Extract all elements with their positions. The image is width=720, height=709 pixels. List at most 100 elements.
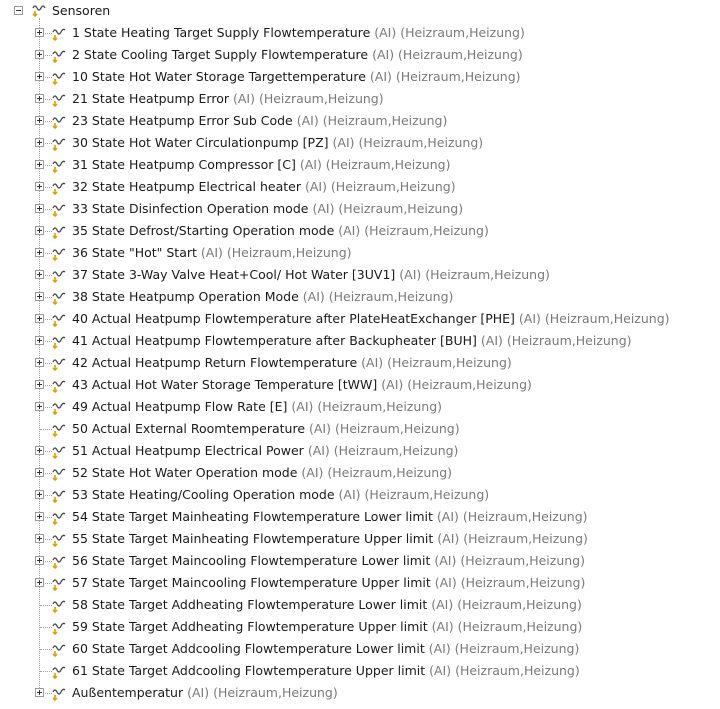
sensor-name: 42 Actual Heatpump Return Flowtemperatur… — [72, 355, 358, 370]
sensor-meta: (AI) (Heizraum,Heizung) — [436, 509, 588, 524]
tree-item-label: 1 State Heating Target Supply Flowtemper… — [72, 22, 525, 44]
expand-toggle[interactable] — [35, 94, 44, 103]
expand-toggle[interactable] — [35, 688, 44, 697]
tree-item-label: 50 Actual External Roomtemperature (AI) … — [72, 418, 460, 440]
expand-toggle[interactable] — [35, 358, 44, 367]
sensor-name: 57 State Target Maincooling Flowtemperat… — [72, 575, 431, 590]
analog-sensor-icon — [49, 420, 69, 438]
sensor-name: 1 State Heating Target Supply Flowtemper… — [72, 25, 371, 40]
analog-sensor-icon — [49, 640, 69, 658]
analog-sensor-icon — [49, 46, 69, 64]
sensor-name: 35 State Defrost/Starting Operation mode — [72, 223, 335, 238]
sensor-name: 50 Actual External Roomtemperature — [72, 421, 306, 436]
analog-sensor-icon — [49, 266, 69, 284]
sensor-folder-icon — [30, 1, 50, 19]
analog-sensor-icon — [49, 332, 69, 350]
expand-toggle[interactable] — [35, 556, 44, 565]
analog-sensor-icon — [49, 596, 69, 614]
expand-toggle[interactable] — [35, 292, 44, 301]
expand-toggle[interactable] — [35, 314, 44, 323]
tree-item-label: 38 State Heatpump Operation Mode (AI) (H… — [72, 286, 453, 308]
tree-item-label: 60 State Target Addcooling Flowtemperatu… — [72, 638, 579, 660]
sensor-meta: (AI) (Heizraum,Heizung) — [431, 597, 582, 612]
sensor-meta: (AI) (Heizraum,Heizung) — [429, 663, 580, 678]
sensor-tree: Sensoren 1 State Heating Target Supply F… — [0, 0, 720, 704]
sensor-meta: (AI) (Heizraum,Heizung) — [374, 25, 525, 40]
expand-toggle[interactable] — [35, 138, 44, 147]
expand-toggle[interactable] — [35, 402, 44, 411]
expand-toggle[interactable] — [35, 160, 44, 169]
analog-sensor-icon — [49, 222, 69, 240]
expand-toggle[interactable] — [35, 204, 44, 213]
expand-toggle[interactable] — [35, 534, 44, 543]
analog-sensor-icon — [49, 24, 69, 42]
expand-toggle[interactable] — [35, 116, 44, 125]
analog-sensor-icon — [49, 354, 69, 372]
expand-toggle[interactable] — [35, 28, 44, 37]
tree-item-label: 53 State Heating/Cooling Operation mode … — [72, 484, 489, 506]
sensor-meta: (AI) (Heizraum,Heizung) — [309, 421, 460, 436]
sensor-name: 37 State 3-Way Valve Heat+Cool/ Hot Wate… — [72, 267, 396, 282]
expand-toggle[interactable] — [35, 512, 44, 521]
analog-sensor-icon — [49, 178, 69, 196]
analog-sensor-icon — [49, 134, 69, 152]
sensor-name: 33 State Disinfection Operation mode — [72, 201, 309, 216]
tree-item-label: 33 State Disinfection Operation mode (AI… — [72, 198, 463, 220]
expand-toggle[interactable] — [35, 270, 44, 279]
tree-item-label: 54 State Target Mainheating Flowtemperat… — [72, 506, 588, 528]
sensor-meta: (AI) (Heizraum,Heizung) — [369, 69, 521, 84]
analog-sensor-icon — [49, 398, 69, 416]
expand-toggle[interactable] — [35, 248, 44, 257]
sensor-meta: (AI) (Heizraum,Heizung) — [399, 267, 550, 282]
expand-toggle[interactable] — [35, 182, 44, 191]
sensor-meta: (AI) (Heizraum,Heizung) — [434, 553, 585, 568]
tree-item-label: 23 State Heatpump Error Sub Code (AI) (H… — [72, 110, 447, 132]
sensor-meta: (AI) (Heizraum,Heizung) — [361, 355, 512, 370]
sensor-name: 23 State Heatpump Error Sub Code — [72, 113, 293, 128]
sensor-meta: (AI) (Heizraum,Heizung) — [296, 113, 448, 128]
tree-item-label: 49 Actual Heatpump Flow Rate [E] (AI) (H… — [72, 396, 442, 418]
sensor-meta: (AI) (Heizraum,Heizung) — [381, 377, 532, 392]
sensor-name: 58 State Target Addheating Flowtemperatu… — [72, 597, 428, 612]
expand-toggle[interactable] — [35, 50, 44, 59]
tree-root-label: Sensoren — [52, 3, 111, 18]
analog-sensor-icon — [49, 442, 69, 460]
tree-item-label: 37 State 3-Way Valve Heat+Cool/ Hot Wate… — [72, 264, 550, 286]
expand-toggle[interactable] — [35, 72, 44, 81]
expand-toggle[interactable] — [35, 336, 44, 345]
sensor-meta: (AI) (Heizraum,Heizung) — [518, 311, 670, 326]
tree-item-label: 61 State Target Addcooling Flowtemperatu… — [72, 660, 580, 682]
sensor-meta: (AI) (Heizraum,Heizung) — [431, 619, 583, 634]
expand-toggle[interactable] — [35, 490, 44, 499]
expand-toggle[interactable] — [35, 380, 44, 389]
sensor-meta: (AI) (Heizraum,Heizung) — [291, 399, 443, 414]
tree-item-label: 40 Actual Heatpump Flowtemperature after… — [72, 308, 670, 330]
sensor-name: 41 Actual Heatpump Flowtemperature after… — [72, 333, 477, 348]
sensor-name: 59 State Target Addheating Flowtemperatu… — [72, 619, 428, 634]
sensor-name: 31 State Heatpump Compressor [C] — [72, 157, 296, 172]
expand-toggle[interactable] — [35, 446, 44, 455]
sensor-name: 38 State Heatpump Operation Mode — [72, 289, 299, 304]
analog-sensor-icon — [49, 552, 69, 570]
expand-toggle[interactable] — [35, 468, 44, 477]
tree-item-label: 59 State Target Addheating Flowtemperatu… — [72, 616, 582, 638]
sensor-meta: (AI) (Heizraum,Heizung) — [302, 289, 454, 304]
sensor-meta: (AI) (Heizraum,Heizung) — [312, 201, 464, 216]
analog-sensor-icon — [49, 90, 69, 108]
tree-item-label: 41 Actual Heatpump Flowtemperature after… — [72, 330, 632, 352]
analog-sensor-icon — [49, 112, 69, 130]
analog-sensor-icon — [49, 684, 69, 702]
tree-item-label: Außentemperatur (AI) (Heizraum,Heizung) — [72, 682, 338, 704]
analog-sensor-icon — [49, 68, 69, 86]
tree-item-label: 30 State Hot Water Circulationpump [PZ] … — [72, 132, 483, 154]
expand-toggle[interactable] — [35, 578, 44, 587]
collapse-toggle[interactable] — [14, 6, 23, 15]
sensor-name: 51 Actual Heatpump Electrical Power — [72, 443, 304, 458]
sensor-name: 10 State Hot Water Storage Targettempera… — [72, 69, 366, 84]
sensor-meta: (AI) (Heizraum,Heizung) — [187, 685, 338, 700]
sensor-name: 36 State "Hot" Start — [72, 245, 197, 260]
sensor-meta: (AI) (Heizraum,Heizung) — [301, 465, 453, 480]
tree-item-label: 55 State Target Mainheating Flowtemperat… — [72, 528, 588, 550]
expand-toggle[interactable] — [35, 226, 44, 235]
analog-sensor-icon — [49, 530, 69, 548]
